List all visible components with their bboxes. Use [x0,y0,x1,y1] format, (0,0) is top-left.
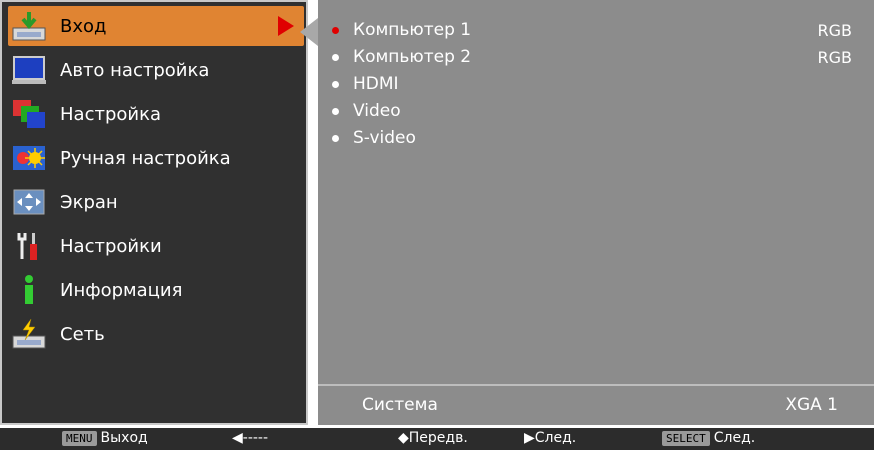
hint-exit: MENU Выход [62,430,148,446]
menu-key-badge: MENU [62,430,97,446]
menu-item-label: Информация [60,279,183,301]
menu-item-screen[interactable]: Экран [8,182,304,222]
source-video[interactable]: Video [332,98,852,124]
menu-item-manual-adjust[interactable]: Ручная настройка [8,138,304,178]
dot-icon [332,134,339,142]
menu-item-label: Настройка [60,103,161,125]
menu-item-label: Сеть [60,323,105,345]
source-label: HDMI [353,74,399,94]
menu-item-network[interactable]: Сеть [8,314,304,354]
dot-icon [332,107,339,115]
divider [318,384,874,386]
hint-move: ◆Передв. [398,430,468,446]
info-icon [10,272,48,308]
menu-item-label: Авто настройка [60,59,210,81]
image-adjust-icon [10,96,48,132]
source-computer-2[interactable]: Компьютер 2 RGB [332,44,852,70]
menu-item-settings[interactable]: Настройки [8,226,304,266]
menu-item-label: Ручная настройка [60,147,231,169]
hint-select: SELECT След. [662,430,755,446]
menu-item-label: Настройки [60,235,162,257]
menu-item-auto-setup[interactable]: Авто настройка [8,50,304,90]
dot-icon [332,80,339,88]
projector-osd: Вход Авто настройка Настройка Ручная нас… [0,0,874,450]
input-submenu: Компьютер 1 RGB Компьютер 2 RGB HDMI Vid… [318,0,874,425]
select-key-badge: SELECT [662,430,710,446]
submenu-arrow-icon [278,16,294,36]
network-icon [10,316,48,352]
source-label: Компьютер 2 [353,47,472,67]
signal-label: RGB [817,20,853,40]
dot-icon [332,53,339,61]
source-label: S-video [353,128,416,148]
screen-icon [10,184,48,220]
input-icon [10,8,48,44]
pointer-arrow-icon [300,18,318,46]
menu-item-information[interactable]: Информация [8,270,304,310]
hint-exit-label: Выход [100,430,148,446]
tools-icon [10,228,48,264]
menu-item-label: Вход [60,15,107,37]
hint-select-label: След. [713,430,756,446]
source-s-video[interactable]: S-video [332,125,852,151]
source-label: Компьютер 1 [353,20,472,40]
menu-item-input[interactable]: Вход [8,6,304,46]
source-hdmi[interactable]: HDMI [332,71,852,97]
source-computer-1[interactable]: Компьютер 1 RGB [332,17,852,43]
menu-item-label: Экран [60,191,118,213]
hint-next: ▶След. [524,430,577,446]
signal-label: RGB [817,47,853,67]
auto-setup-icon [10,52,48,88]
main-menu: Вход Авто настройка Настройка Ручная нас… [0,0,308,425]
source-label: Video [353,101,401,121]
system-value: XGA 1 [785,395,838,415]
hint-back: ◀----- [232,430,269,446]
manual-adjust-icon [10,140,48,176]
key-hint-bar: MENU Выход ◀----- ◆Передв. ▶След. SELECT… [0,428,874,450]
selected-dot-icon [332,26,339,34]
menu-item-image-adjust[interactable]: Настройка [8,94,304,134]
system-label: Система [362,395,438,415]
